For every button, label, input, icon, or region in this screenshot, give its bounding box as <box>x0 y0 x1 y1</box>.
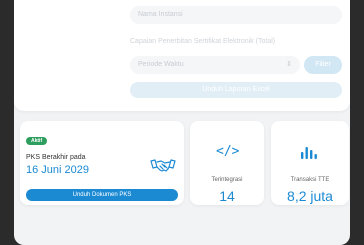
code-icon: </> <box>216 144 240 159</box>
app-screen: Nama Instansi Capaian Penerbitan Sertifi… <box>14 0 350 245</box>
chevron-updown-icon: ⇕ <box>286 61 292 68</box>
filter-button[interactable]: Filter <box>304 56 342 74</box>
download-pks-button[interactable]: Unduh Dokumen PKS <box>26 189 178 201</box>
integration-card: </> Terintegrasi 14 <box>190 121 264 205</box>
handshake-icon <box>150 159 176 172</box>
download-excel-button[interactable]: Unduh Laporan Excel <box>130 82 342 98</box>
report-filter-panel: Nama Instansi Capaian Penerbitan Sertifi… <box>14 0 350 111</box>
tte-label: Transaksi TTE <box>290 177 330 183</box>
certificate-total-label: Capaian Penerbitan Sertifikat Elektronik… <box>130 38 276 45</box>
integration-value: 14 <box>219 188 235 204</box>
integration-label: Terintegrasi <box>211 177 243 183</box>
period-select-placeholder: Periode Waktu <box>138 61 184 68</box>
status-badge: Aktif <box>26 137 48 145</box>
pks-expiry-date: 16 Juni 2029 <box>26 164 89 176</box>
tte-card: Transaksi TTE 8,2 juta <box>271 121 349 205</box>
agency-name-input[interactable]: Nama Instansi <box>130 6 342 24</box>
bar-chart-icon <box>301 147 317 159</box>
pks-expiry-label: PKS Berakhir pada <box>26 154 86 161</box>
tte-value: 8,2 juta <box>287 188 333 204</box>
period-select[interactable]: Periode Waktu ⇕ <box>130 56 300 74</box>
pks-card: Aktif PKS Berakhir pada 16 Juni 2029 Und… <box>20 121 184 205</box>
